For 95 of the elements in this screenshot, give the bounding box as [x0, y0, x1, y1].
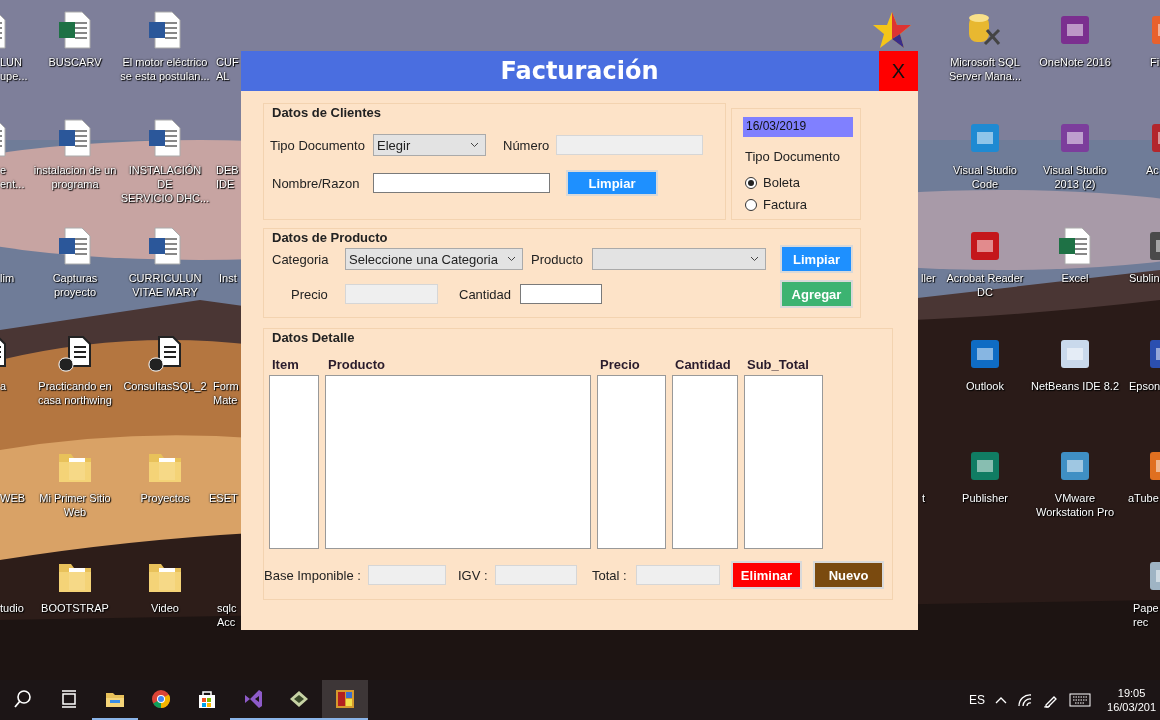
- icon-label[interactable]: Video: [151, 601, 179, 615]
- icon-label[interactable]: CUF AL: [216, 55, 239, 83]
- date-field[interactable]: 16/03/2019: [743, 117, 853, 137]
- icon-label[interactable]: Sublin: [1129, 271, 1160, 285]
- clear-button[interactable]: Limpiar: [566, 170, 658, 196]
- field-label: Categoria: [272, 251, 330, 267]
- list-box[interactable]: [269, 375, 319, 549]
- delete-button[interactable]: Eliminar: [731, 561, 802, 589]
- star-icon[interactable]: [872, 10, 912, 50]
- icon-label[interactable]: t: [922, 491, 926, 505]
- icon-label[interactable]: El motor eléctrico se esta postulan...: [120, 55, 210, 83]
- icon-label[interactable]: e ent...: [0, 163, 25, 191]
- icon-label[interactable]: sqlc Acc: [217, 601, 237, 629]
- new-button[interactable]: Nuevo: [813, 561, 884, 589]
- caret-icon: [507, 256, 516, 262]
- icon-label[interactable]: LUN upe...: [0, 55, 28, 83]
- dropdown[interactable]: Elegir: [373, 134, 486, 156]
- column-header: Producto: [327, 357, 387, 372]
- search-icon: [12, 688, 34, 710]
- field-label: Tipo Documento: [745, 149, 840, 164]
- chevron-up-icon[interactable]: [995, 696, 1008, 704]
- icon-label[interactable]: Fi: [1150, 55, 1160, 69]
- icon-label[interactable]: Proyectos: [140, 491, 190, 505]
- add-button[interactable]: Agregar: [780, 280, 853, 308]
- icon-label[interactable]: tudio: [0, 601, 24, 615]
- icon-label[interactable]: DEB IDE: [216, 163, 239, 191]
- icon-label[interactable]: BOOTSTRAP: [41, 601, 109, 615]
- icon-label[interactable]: ESET: [209, 491, 238, 505]
- field-label: Base Imponible :: [264, 567, 362, 583]
- group-title: Datos Detalle: [272, 330, 355, 345]
- language-indicator[interactable]: ES: [969, 693, 986, 707]
- shopping-bag-icon: [196, 688, 218, 710]
- icon-label[interactable]: Epson: [1129, 379, 1160, 393]
- field-label: Tipo Documento: [270, 137, 366, 153]
- column-header: Sub_Total: [746, 357, 810, 372]
- field-label: Nombre/Razon: [272, 175, 361, 191]
- icon-label[interactable]: Ac: [1146, 163, 1159, 177]
- dropdown[interactable]: Seleccione una Categoria: [345, 248, 523, 270]
- icon-label[interactable]: a: [0, 379, 7, 393]
- close-button[interactable]: X: [879, 51, 918, 91]
- icon-label[interactable]: Practicando en casa northwing: [38, 379, 112, 407]
- caret-icon: [470, 142, 479, 148]
- ribbon-logo-icon: [242, 688, 264, 710]
- icon-label[interactable]: ller: [921, 271, 936, 285]
- icon-label[interactable]: INSTALACIÓN DE SERVICIO DHC...: [120, 163, 210, 205]
- icon-label[interactable]: OneNote 2016: [1039, 55, 1111, 69]
- window-title: Facturación: [499, 56, 660, 87]
- field-label: Precio: [290, 286, 329, 302]
- icon-label[interactable]: Mi Primer Sitio Web: [39, 491, 111, 519]
- icon-label[interactable]: Microsoft SQL Server Mana...: [948, 55, 1022, 83]
- wifi-icon[interactable]: [1017, 693, 1034, 707]
- list-box[interactable]: [744, 375, 823, 549]
- icon-label[interactable]: Outlook: [966, 379, 1004, 393]
- app-icon: [288, 688, 310, 710]
- icon-label[interactable]: CURRICULUN VITAE MARY: [128, 271, 202, 299]
- icon-label[interactable]: aTube: [1128, 491, 1159, 505]
- icon-label[interactable]: Visual Studio 2013 (2): [1043, 163, 1107, 191]
- list-box[interactable]: [597, 375, 666, 549]
- caret-icon: [750, 256, 759, 262]
- group-title: Datos de Clientes: [272, 105, 382, 120]
- radio-button[interactable]: Factura: [745, 197, 808, 212]
- clear-button[interactable]: Limpiar: [780, 245, 853, 273]
- list-box[interactable]: [672, 375, 738, 549]
- browser-icon: [150, 688, 172, 710]
- icon-label[interactable]: Publisher: [962, 491, 1008, 505]
- keyboard-icon[interactable]: [1069, 693, 1092, 707]
- icon-label[interactable]: ConsultasSQL_2: [123, 379, 207, 393]
- group-title: Datos de Producto: [272, 230, 388, 245]
- icon-label[interactable]: instalacion de un programa: [33, 163, 117, 191]
- field-label: Número: [503, 137, 551, 153]
- icon-label[interactable]: VMware Workstation Pro: [1035, 491, 1115, 519]
- field-label: Total :: [592, 567, 628, 583]
- icon-label[interactable]: Capturas proyecto: [52, 271, 98, 299]
- clock-date[interactable]: 16/03/201: [1107, 700, 1156, 714]
- icon-label[interactable]: WEB: [0, 491, 26, 505]
- icon-label[interactable]: Visual Studio Code: [953, 163, 1017, 191]
- icon-label[interactable]: BUSCARV: [48, 55, 102, 69]
- clock-time[interactable]: 19:05: [1117, 686, 1146, 700]
- field-label: Cantidad: [459, 286, 513, 302]
- input-field[interactable]: [373, 173, 550, 193]
- input-field[interactable]: [520, 284, 602, 304]
- column-header: Cantidad: [674, 357, 732, 372]
- column-header: Item: [271, 357, 300, 372]
- field-label: Producto: [531, 251, 585, 267]
- icon-label[interactable]: Inst: [219, 271, 237, 285]
- icon-label[interactable]: Pape rec: [1133, 601, 1159, 629]
- radio-button[interactable]: Boleta: [745, 175, 800, 190]
- icon-label[interactable]: Form Mate: [213, 379, 239, 407]
- field-label: IGV :: [458, 567, 489, 583]
- column-header: Precio: [599, 357, 641, 372]
- icon-label[interactable]: NetBeans IDE 8.2: [1030, 379, 1120, 393]
- tiles-icon: [334, 688, 356, 710]
- icon-label[interactable]: Acrobat Reader DC: [946, 271, 1024, 299]
- icon-label[interactable]: lim: [0, 271, 15, 285]
- taskbar-button[interactable]: [322, 680, 368, 720]
